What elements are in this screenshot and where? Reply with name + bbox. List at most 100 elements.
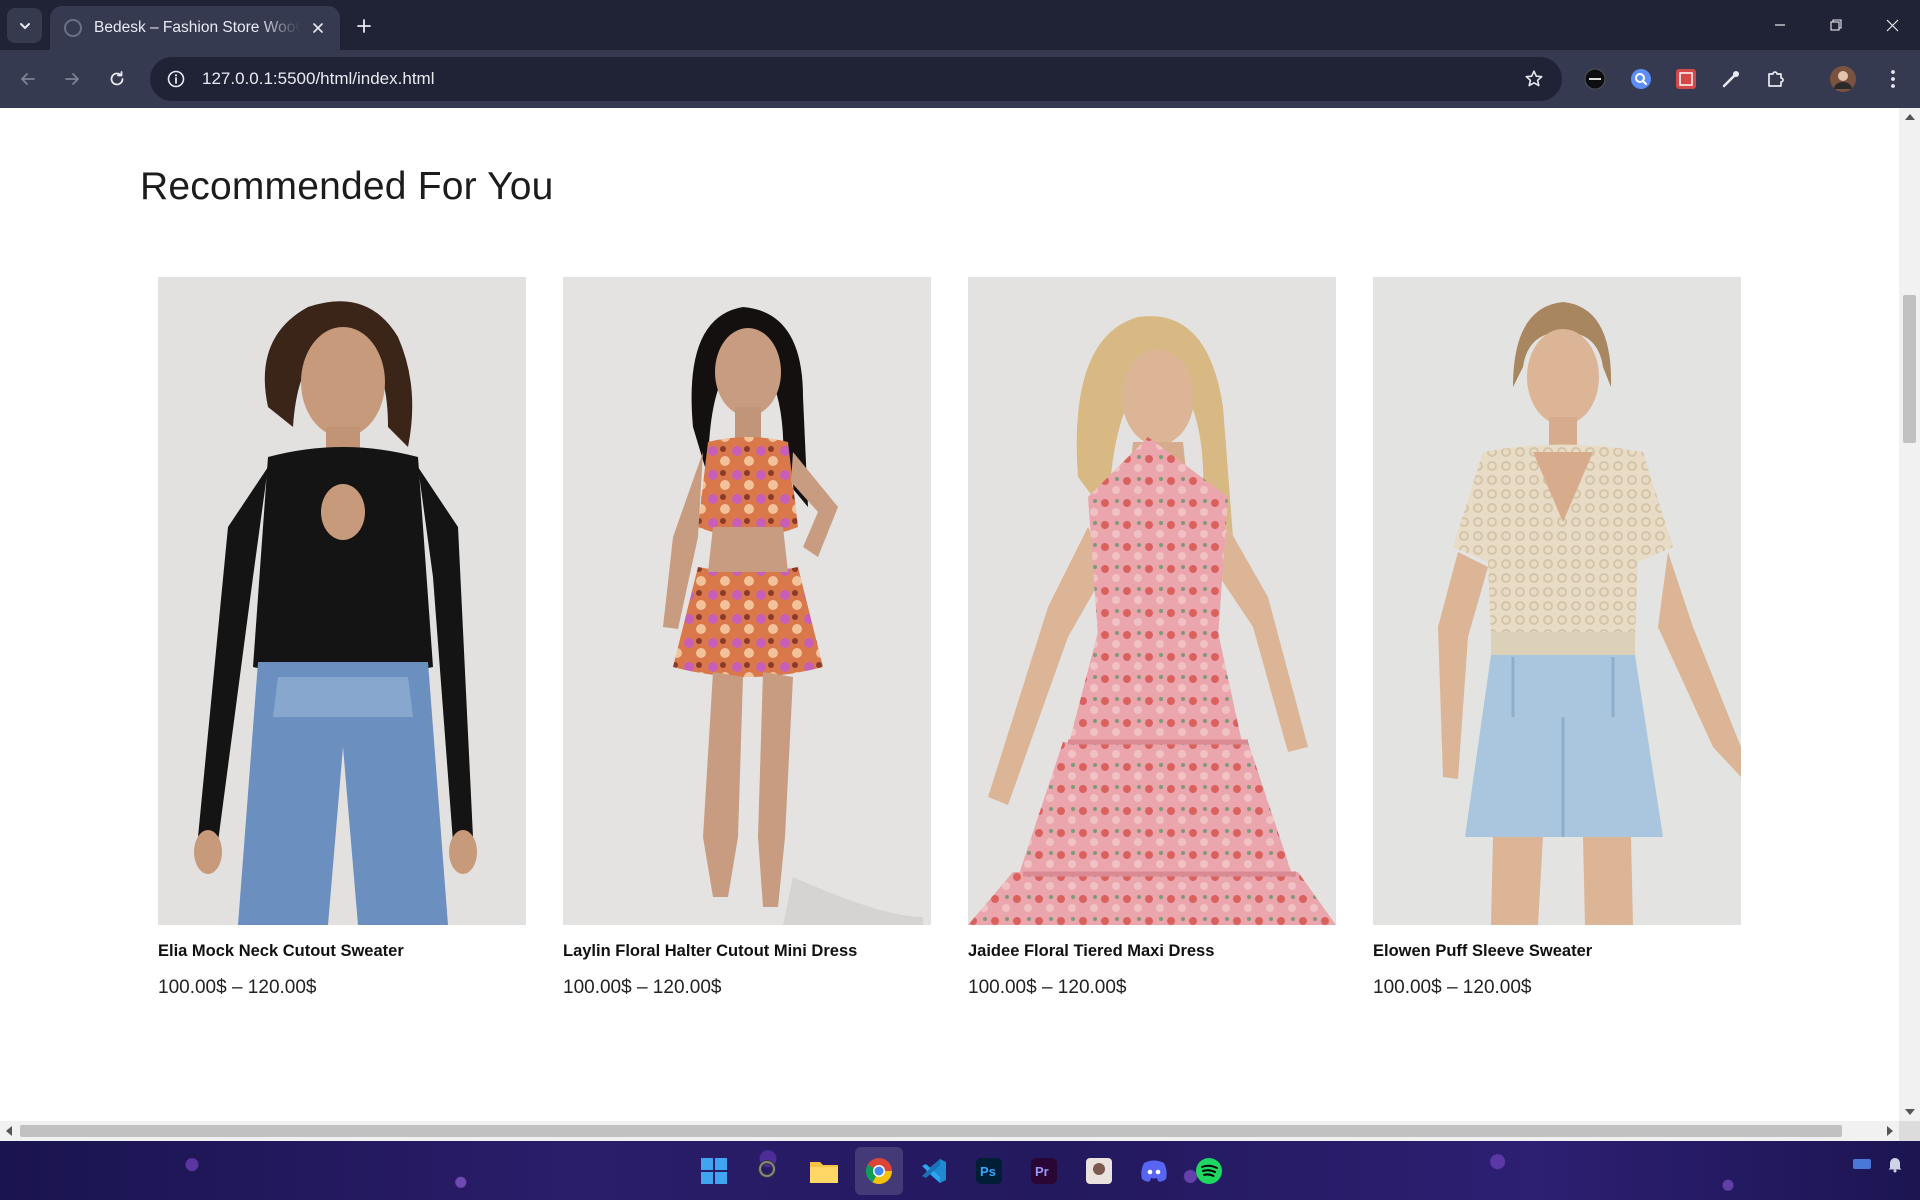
app-icon [1086,1158,1112,1184]
address-bar[interactable]: 127.0.0.1:5500/html/index.html [150,57,1562,101]
minimize-icon [1775,24,1785,26]
star-icon [1525,70,1543,87]
tab-close-button[interactable] [308,18,328,38]
horizontal-scrollbar[interactable] [0,1121,1899,1141]
close-icon [313,23,323,33]
bookmark-button[interactable] [1512,57,1556,101]
close-window-button[interactable] [1864,0,1920,50]
model-photo-illustration [563,277,931,925]
horizontal-scroll-thumb[interactable] [20,1125,1842,1137]
windows-logo-icon [701,1158,727,1184]
scrollbar-corner [1899,1121,1920,1141]
scroll-up-arrow-icon[interactable] [1905,114,1915,120]
search-icon [758,1160,776,1178]
restore-button[interactable] [1808,0,1864,50]
product-image[interactable] [1373,277,1741,925]
globe-icon [64,19,82,37]
scroll-right-arrow-icon[interactable] [1887,1126,1893,1136]
network-icon[interactable] [1852,1155,1872,1173]
vertical-scrollbar[interactable] [1899,108,1920,1121]
browser-toolbar: 127.0.0.1:5500/html/index.html [0,50,1920,108]
site-info-button[interactable] [154,57,198,101]
chrome-button[interactable] [855,1147,903,1195]
taskbar-apps: Ps Pr [690,1147,1233,1195]
product-price: 100.00$ – 120.00$ [968,977,1127,998]
product-name[interactable]: Elia Mock Neck Cutout Sweater [158,942,526,961]
system-tray [1852,1155,1904,1173]
extension-button-3[interactable] [1669,62,1703,96]
puzzle-icon [1768,71,1784,87]
model-photo-illustration [968,277,1336,925]
product-card[interactable]: Elowen Puff Sleeve Sweater 100.00$ – 120… [1373,277,1741,999]
reload-button[interactable] [101,63,133,95]
forward-button[interactable] [56,63,88,95]
windows-taskbar: Ps Pr [0,1141,1920,1200]
arrow-left-icon [21,73,35,85]
discord-button[interactable] [1130,1147,1178,1195]
browser-menu-button[interactable] [1876,62,1910,96]
photoshop-button[interactable]: Ps [965,1147,1013,1195]
tab-title: Bedesk – Fashion Store WooCommerce [94,19,300,36]
svg-text:Pr: Pr [1035,1164,1049,1179]
file-explorer-button[interactable] [800,1147,848,1195]
chevron-down-icon [19,22,30,29]
chrome-icon [865,1158,893,1185]
product-price: 100.00$ – 120.00$ [563,977,722,998]
product-card[interactable]: Jaidee Floral Tiered Maxi Dress 100.00$ … [968,277,1336,999]
reload-icon [110,71,124,86]
model-photo-illustration [1373,277,1741,925]
extension-button-1[interactable] [1578,62,1612,96]
restore-icon [1830,19,1842,31]
extension-button-2[interactable] [1624,62,1658,96]
vertical-scroll-thumb[interactable] [1903,295,1916,443]
spotify-button[interactable] [1185,1147,1233,1195]
product-price: 100.00$ – 120.00$ [158,977,317,998]
start-button[interactable] [690,1147,738,1195]
web-page: Recommended For You Elia Mock Neck Cutou… [0,108,1899,1121]
minimize-button[interactable] [1752,0,1808,50]
product-image[interactable] [563,277,931,925]
app-button[interactable] [1075,1147,1123,1195]
product-card[interactable]: Elia Mock Neck Cutout Sweater 100.00$ – … [158,277,526,999]
product-name[interactable]: Elowen Puff Sleeve Sweater [1373,942,1741,961]
window-controls [1752,0,1920,50]
url-text: 127.0.0.1:5500/html/index.html [202,69,435,88]
profile-avatar[interactable] [1826,62,1860,96]
product-image[interactable] [968,277,1336,925]
photoshop-icon: Ps [976,1158,1002,1184]
browser-tab-active[interactable]: Bedesk – Fashion Store WooCommerce [50,6,340,50]
info-icon [167,70,185,88]
product-name[interactable]: Jaidee Floral Tiered Maxi Dress [968,942,1336,961]
vscode-button[interactable] [910,1147,958,1195]
plus-icon [357,19,371,33]
back-button[interactable] [12,63,44,95]
premiere-button[interactable]: Pr [1020,1147,1068,1195]
folder-icon [810,1162,838,1183]
product-grid: Elia Mock Neck Cutout Sweater 100.00$ – … [158,277,1741,999]
close-icon [1886,19,1898,31]
spotify-icon [1196,1158,1222,1184]
extension-icon [1676,69,1696,89]
scroll-down-arrow-icon[interactable] [1905,1109,1915,1115]
browser-tab-strip: Bedesk – Fashion Store WooCommerce [0,0,1920,50]
extensions-button[interactable] [1759,62,1793,96]
product-name[interactable]: Laylin Floral Halter Cutout Mini Dress [563,942,931,961]
product-image[interactable] [158,277,526,925]
new-tab-button[interactable] [350,12,378,40]
notification-bell-icon[interactable] [1886,1155,1904,1173]
discord-icon [1141,1160,1167,1182]
taskbar-search-button[interactable] [745,1147,793,1195]
avatar-icon [1830,66,1856,92]
premiere-icon: Pr [1031,1158,1057,1184]
arrow-right-icon [65,73,79,85]
model-photo-illustration [158,277,526,925]
section-title: Recommended For You [140,165,554,208]
kebab-menu-icon [1891,70,1895,88]
vscode-icon [922,1159,946,1183]
eyedropper-button[interactable] [1714,62,1748,96]
scroll-left-arrow-icon[interactable] [6,1126,12,1136]
product-price: 100.00$ – 120.00$ [1373,977,1532,998]
product-card[interactable]: Laylin Floral Halter Cutout Mini Dress 1… [563,277,931,999]
extension-icon [1584,68,1606,90]
tab-search-button[interactable] [7,8,42,43]
